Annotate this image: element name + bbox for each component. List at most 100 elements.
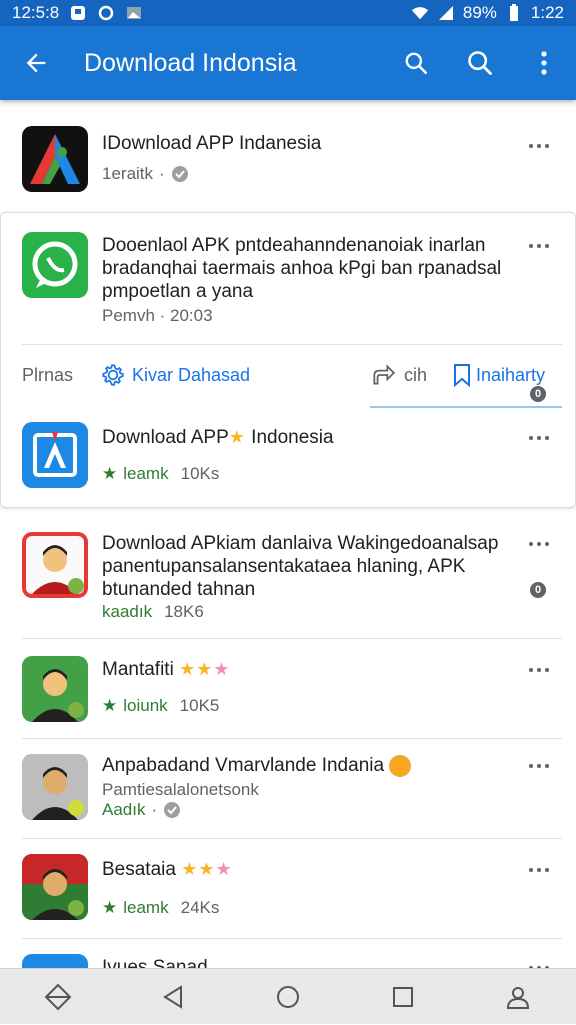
nav-back-button[interactable] (143, 969, 203, 1025)
more-options-button[interactable] (524, 428, 554, 448)
app-meta: Pemvh · 20:03 (102, 306, 213, 325)
app-name-suffix: Indonesia (251, 427, 334, 448)
share-button[interactable]: cih (370, 362, 427, 388)
emoji-icon (389, 754, 412, 777)
person-icon (507, 986, 530, 1009)
app-icon (22, 232, 88, 298)
app-name-row: Besataia ★★★ (102, 858, 233, 881)
more-options-button[interactable] (524, 756, 554, 776)
status-time: 12:5:8 (12, 3, 60, 22)
app-icon (22, 954, 88, 968)
list-item[interactable]: Mantafiti ★★★ ★ loiunk 10K5 (0, 638, 576, 738)
app-name: IDownload APP Indanesia (102, 133, 322, 154)
triangle-back-icon (162, 984, 182, 1009)
app-name: Dooenlaol APK pntdeahanndenanoiak inarla… (102, 235, 502, 302)
download-count: 10Ks (180, 464, 220, 483)
image-icon (125, 4, 143, 22)
app-name-row: Download APP★ Indonesia (102, 426, 334, 449)
status-bar: 12:5:8 89% 1:22 (0, 0, 576, 26)
app-meta: ★ leamk 24Ks (102, 898, 219, 918)
search-icon (405, 52, 428, 75)
arrow-back-icon (26, 53, 46, 73)
app-name: Download APkiam danlaiva Wakingedoanalsa… (102, 533, 499, 600)
list-item[interactable]: IDownload APP Indanesia 1eraitk · (0, 100, 576, 212)
more-options-button[interactable] (524, 860, 554, 880)
square-recents-icon (393, 986, 414, 1007)
list-item[interactable]: Besataia ★★★ ★ leamk 24Ks (0, 838, 576, 938)
app-name: Ivues Sanad (102, 957, 208, 968)
app-name-row: Mantafiti ★★★ (102, 658, 231, 681)
nav-profile-button[interactable] (488, 969, 548, 1025)
search-button-2[interactable] (448, 26, 512, 100)
navigation-bar (0, 968, 576, 1024)
app-name: Download APP (102, 427, 229, 448)
status-clock: 1:22 (530, 3, 564, 22)
app-meta-text: leamk (123, 464, 169, 483)
app-meta-text: loiunk (123, 696, 168, 715)
app-icon (22, 126, 88, 192)
app-icon (22, 656, 88, 722)
app-sub: Pamtiesalalonetsonk (102, 780, 259, 799)
app-meta-text: 1eraitk (102, 164, 154, 183)
more-options-button[interactable] (524, 136, 554, 156)
app-icon (22, 754, 88, 820)
app-meta: Aadık · (102, 800, 181, 820)
share-icon (373, 364, 396, 385)
circle-home-icon (276, 985, 299, 1008)
more-options-button[interactable] (524, 236, 554, 256)
app-name-row: Anpabadand Vmarvlande Indania (102, 754, 412, 777)
download-count: 24Ks (180, 898, 220, 917)
kivar-button[interactable]: Kivar Dahasad (100, 362, 250, 388)
app-list: IDownload APP Indanesia 1eraitk · Dooenl… (0, 100, 576, 968)
nav-home-button[interactable] (258, 969, 318, 1025)
list-item[interactable]: Download APP★ Indonesia ★ leamk 10Ks (0, 406, 576, 508)
app-meta-text: leamk (123, 898, 169, 917)
search-icon (468, 51, 492, 75)
kivar-label: Kivar Dahasad (132, 364, 251, 385)
battery-icon (505, 4, 523, 22)
circle-icon (97, 4, 115, 22)
app-meta: ★ leamk 10Ks (102, 464, 219, 484)
download-count: 18K6 (164, 602, 204, 621)
count-badge: 0 (530, 582, 546, 598)
nav-menu-button[interactable] (28, 969, 88, 1025)
more-vert-icon (541, 51, 547, 75)
search-button[interactable] (384, 26, 448, 100)
star-icon: ★ (228, 427, 246, 447)
app-meta-text: Aadık (102, 800, 146, 819)
overflow-menu-button[interactable] (512, 26, 576, 100)
bookmark-icon (454, 364, 470, 387)
more-options-button[interactable] (524, 534, 554, 554)
list-item[interactable]: Anpabadand Vmarvlande Indania Pamtiesala… (0, 738, 576, 838)
app-bar: Download Indonsia (0, 26, 576, 100)
app-name: Anpabadand Vmarvlande Indania (102, 755, 385, 776)
star-rating-icon: ★ (102, 696, 118, 715)
list-item[interactable]: Download APkiam danlaiva Wakingedoanalsa… (0, 520, 576, 638)
list-item[interactable]: Dooenlaol APK pntdeahanndenanoiak inarla… (0, 212, 576, 402)
app-icon (22, 854, 88, 920)
download-count: 10K5 (179, 696, 220, 715)
share-label: cih (404, 364, 428, 385)
bookmark-button[interactable]: Inaiharty (452, 363, 545, 387)
more-options-button[interactable] (524, 660, 554, 680)
rating-stars: ★★★ (181, 859, 233, 879)
app-name: Besataia (102, 859, 176, 880)
star-rating-icon: ★ (102, 898, 118, 917)
bookmark-label: Inaiharty (476, 364, 546, 385)
app-meta: kaadık 18K6 (102, 602, 204, 622)
wifi-icon (411, 4, 429, 22)
card-action-row: Plrnas Kivar Dahasad cih Inaiharty (0, 346, 576, 404)
app-meta: 1eraitk · (102, 164, 189, 184)
diamond-icon (44, 983, 72, 1010)
nav-recents-button[interactable] (373, 969, 433, 1025)
rating-stars: ★★★ (179, 659, 231, 679)
gear-icon (102, 364, 124, 386)
signal-icon (437, 4, 455, 22)
notification-icon (69, 4, 87, 22)
back-button[interactable] (0, 26, 72, 100)
app-name: Mantafiti (102, 659, 174, 680)
verified-icon (171, 166, 188, 182)
more-options-button[interactable] (524, 958, 554, 968)
list-item[interactable]: Ivues Sanad (0, 938, 576, 968)
app-meta-text: kaadık (102, 602, 153, 621)
